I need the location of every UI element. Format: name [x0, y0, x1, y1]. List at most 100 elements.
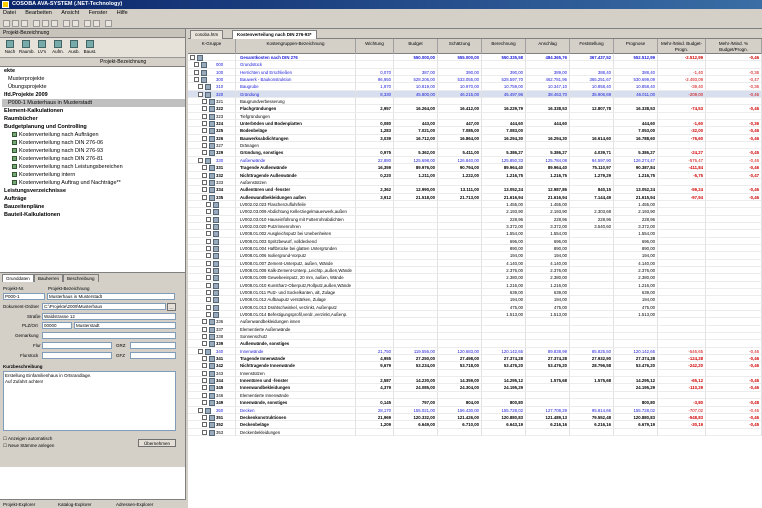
- plz-field[interactable]: 00000: [42, 322, 72, 329]
- table-row[interactable]: 342 Nichttragende Innenwände 9,679 53.234,0…: [188, 362, 762, 370]
- table-row[interactable]: 341 Tragende Innenwände 4,955 27.250,00 27.4…: [188, 355, 762, 363]
- table-row[interactable]: 334 Außentüren und -fenster 2,362 12.990,00…: [188, 186, 762, 194]
- aufmass-button[interactable]: Aufm.: [51, 40, 65, 54]
- grz-field[interactable]: [130, 342, 176, 349]
- lvs-button[interactable]: LV's: [35, 40, 49, 54]
- table-row[interactable]: 100 Herrichten und Erschließen 0,070 387,00…: [188, 68, 762, 77]
- expand-icon[interactable]: [202, 326, 207, 332]
- tab-kostenverteilung[interactable]: Kostenverteilung nach DIN 276-93*: [232, 30, 317, 39]
- expand-icon[interactable]: [206, 260, 211, 266]
- table-row[interactable]: 320 Gründung 8,330 45.800,00 46.215,00 45.497…: [188, 90, 762, 99]
- tab-cosoba-htm[interactable]: cosoba.htm: [190, 30, 224, 39]
- column-header[interactable]: Feststellung: [570, 39, 614, 54]
- expand-icon[interactable]: [202, 370, 207, 376]
- expand-icon[interactable]: [198, 407, 203, 413]
- table-row[interactable]: 331 Tragende Außenwände 16,359 89.976,00 90.…: [188, 164, 762, 172]
- expand-icon[interactable]: [202, 165, 207, 171]
- tab-bauherren[interactable]: Bauherren: [34, 274, 64, 282]
- table-row[interactable]: 332 Nichttragende Außenwände 0,220 1.211,00…: [188, 171, 762, 179]
- column-header[interactable]: Prognose: [614, 39, 658, 54]
- new-icon[interactable]: [3, 20, 10, 27]
- tree-node[interactable]: Aufträge: [2, 195, 185, 203]
- nach-button[interactable]: Nach: [3, 40, 17, 54]
- expand-icon[interactable]: [198, 91, 203, 97]
- table-row[interactable]: LV002.03.009 Abdichtung Kellerziegelmaue…: [188, 208, 762, 216]
- expand-icon[interactable]: [206, 312, 211, 318]
- expand-icon[interactable]: [206, 245, 211, 251]
- redo-icon[interactable]: [93, 20, 100, 27]
- uebernehmen-button[interactable]: Übernehmen: [138, 439, 176, 447]
- table-row[interactable]: 350 Decken 28,170 155.021,00 156.430,00 155.7…: [188, 406, 762, 414]
- expand-icon[interactable]: [202, 143, 207, 149]
- tree-node[interactable]: Budgetplanung und Controlling: [2, 123, 185, 131]
- expand-icon[interactable]: [202, 356, 207, 362]
- expand-icon[interactable]: [202, 150, 207, 156]
- table-row[interactable]: 343 Innenstützen: [188, 369, 762, 378]
- expand-icon[interactable]: [202, 334, 207, 340]
- expand-icon[interactable]: [202, 179, 207, 185]
- tree-node[interactable]: Kostenverteilung nach Aufträgen: [2, 131, 185, 139]
- expand-icon[interactable]: [202, 414, 207, 420]
- expand-icon[interactable]: [198, 348, 203, 354]
- table-row[interactable]: LV008.01.012 Aufbauputz verstärken, Zula…: [188, 296, 762, 304]
- table-row[interactable]: 338 Sonnenschutz: [188, 333, 762, 341]
- copy-icon[interactable]: [42, 20, 49, 27]
- table-row[interactable]: 335 Außenwandbekleidungen außen 3,912 21.51…: [188, 193, 762, 201]
- table-row[interactable]: LV008.01.009 Gewebeeinputz, 20 mm, außen…: [188, 274, 762, 282]
- preview-icon[interactable]: [72, 20, 79, 27]
- table-row[interactable]: 333 Außenstützen: [188, 178, 762, 187]
- flurstueck-field[interactable]: [42, 352, 112, 359]
- menu-datei[interactable]: Datei: [3, 10, 16, 16]
- column-header[interactable]: Berechnung: [482, 39, 526, 54]
- expand-icon[interactable]: [202, 187, 207, 193]
- paste-icon[interactable]: [51, 20, 58, 27]
- tree-node[interactable]: Musterprojekte: [2, 75, 185, 83]
- table-row[interactable]: 310 Baugrube 1,970 10.819,00 10.970,00 10.759…: [188, 83, 762, 91]
- table-row[interactable]: 351 Deckenkonstruktionen 21,969 120.332,00 1…: [188, 413, 762, 422]
- undo-icon[interactable]: [84, 20, 91, 27]
- table-row[interactable]: LV008.01.013 Drahtschwinkel, verzinkt, A…: [188, 303, 762, 312]
- tab-katalog-explorer[interactable]: Katalog-Explorer: [58, 501, 92, 508]
- tree-node[interactable]: Ifd.Projekte 2009: [2, 91, 185, 99]
- checkbox-stamme[interactable]: ☐ Neue Stämme anlegen: [3, 442, 54, 449]
- expand-icon[interactable]: [206, 297, 211, 303]
- table-row[interactable]: 326 Bauwerksabdichtungen 3,039 16.712,00 16.…: [188, 134, 762, 143]
- print-icon[interactable]: [63, 20, 70, 27]
- expand-icon[interactable]: [206, 216, 211, 222]
- tree-node[interactable]: ekte: [2, 67, 185, 75]
- column-header[interactable]: Schätzung: [438, 39, 482, 54]
- baustelle-button[interactable]: Baust.: [83, 40, 97, 54]
- table-row[interactable]: 339 Außenwände, sonstiges: [188, 340, 762, 348]
- expand-icon[interactable]: [202, 400, 207, 406]
- table-row[interactable]: 340 Innenwände 21,750 119.556,00 120.683,00 1…: [188, 347, 762, 356]
- help-icon[interactable]: [105, 20, 112, 27]
- tree-node[interactable]: Kostenverteilung nach Leistungsbereichen: [2, 163, 185, 171]
- table-row[interactable]: LV008.01.008 Kalk-Zement-Unterp.,Leichtp…: [188, 266, 762, 275]
- expand-icon[interactable]: [202, 194, 207, 200]
- tab-adressen-explorer[interactable]: Adressen-Explorer: [116, 501, 153, 508]
- column-header[interactable]: Kostengruppen-Bezeichnung: [236, 39, 356, 54]
- expand-icon[interactable]: [206, 282, 211, 288]
- column-header[interactable]: Mehr-/Mind. % Budget/Progn.: [706, 39, 762, 54]
- tab-grunddaten[interactable]: Grunddaten: [2, 274, 34, 282]
- tree-node[interactable]: Kostenverteilung nach DIN 276-06: [2, 139, 185, 147]
- table-row[interactable]: 327 Dränagen: [188, 142, 762, 150]
- gfz-field[interactable]: [130, 352, 176, 359]
- column-header[interactable]: K-Gruppe: [188, 39, 236, 54]
- table-row[interactable]: LV008.01.002 Ausgleichsputz bei Unebenhe…: [188, 230, 762, 238]
- tree-node[interactable]: Übungsprojekte: [2, 83, 185, 91]
- expand-icon[interactable]: [206, 223, 211, 229]
- table-row[interactable]: LV002.02.023 Flaschenzufluhrfeile 1.455,0…: [188, 200, 762, 209]
- expand-icon[interactable]: [202, 99, 207, 105]
- column-header[interactable]: Wichtung: [356, 39, 394, 54]
- expand-icon[interactable]: [206, 304, 211, 310]
- expand-icon[interactable]: [202, 319, 207, 325]
- table-row[interactable]: 321 Baugrundverbesserung: [188, 98, 762, 106]
- expand-icon[interactable]: [194, 62, 199, 68]
- folder-browse-button[interactable]: …: [167, 303, 176, 311]
- expand-icon[interactable]: [202, 341, 207, 347]
- table-row[interactable]: 322 Flachgründungen 2,957 16.264,00 16.412,0…: [188, 105, 762, 113]
- expand-icon[interactable]: [198, 157, 203, 163]
- table-row[interactable]: 329 Gründung, sonstiges 0,975 5.362,00 5.411…: [188, 149, 762, 157]
- ordner-field[interactable]: C:\Projekte\2009\Musterhaus: [42, 303, 166, 310]
